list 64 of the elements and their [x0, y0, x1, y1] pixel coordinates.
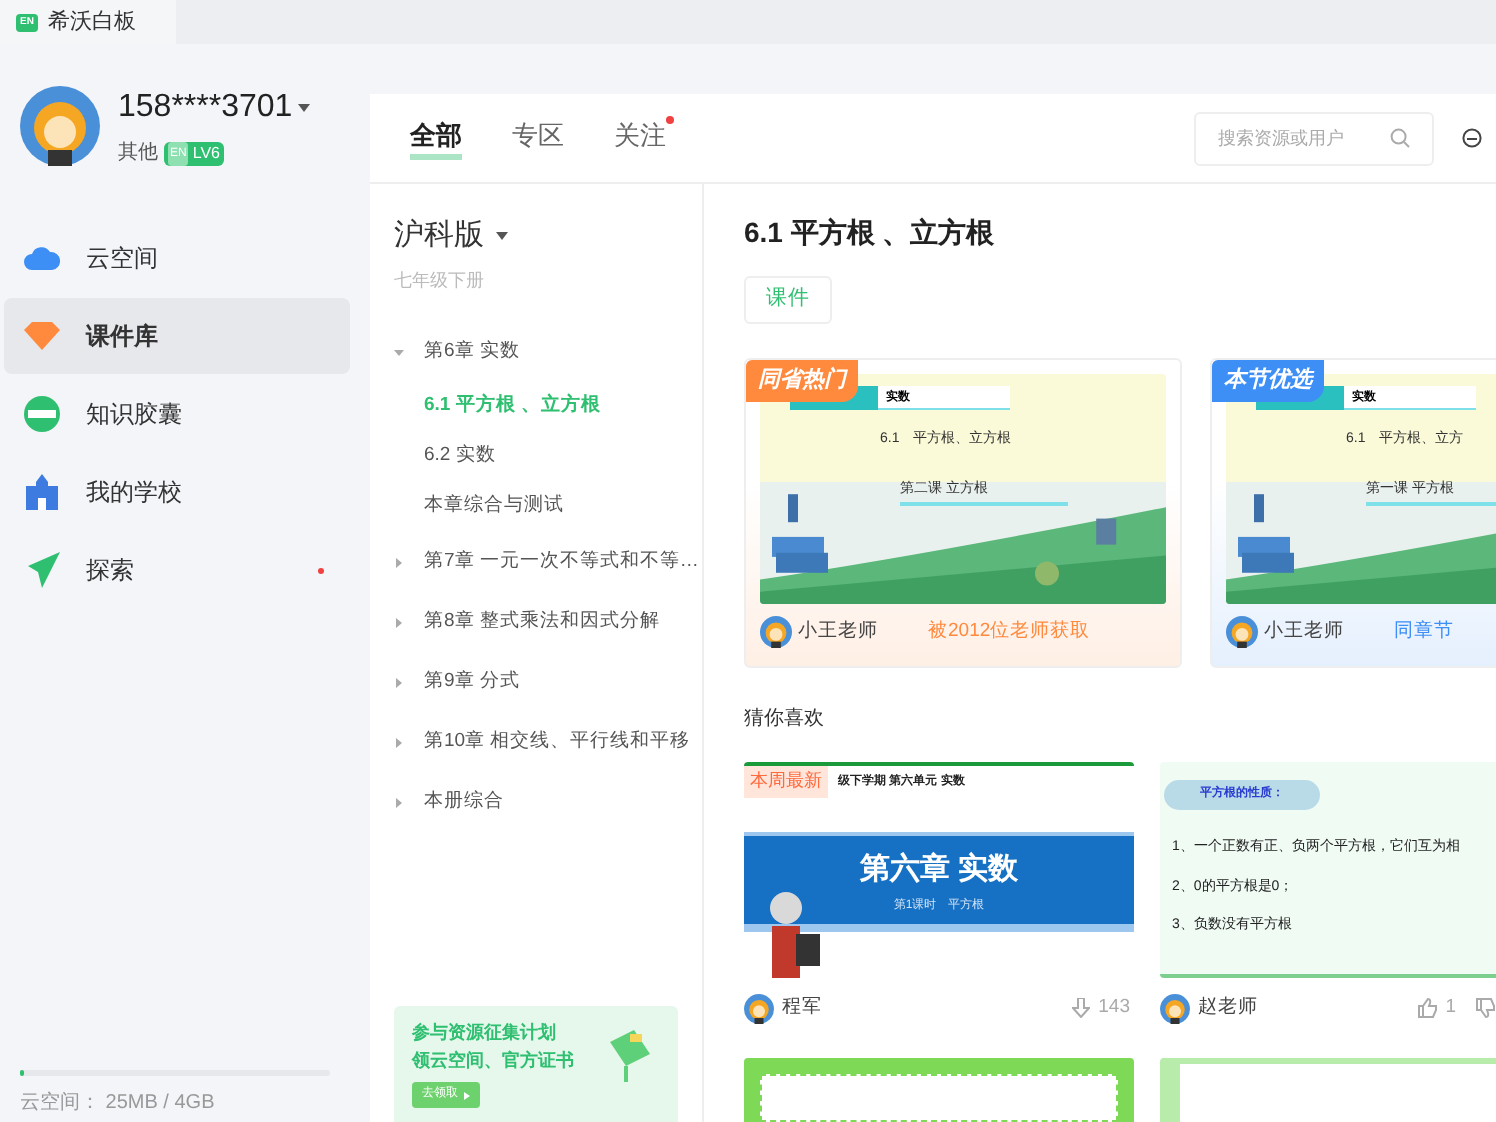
popularity-note: 被2012位老师获取	[928, 617, 1091, 646]
capsule-icon	[24, 396, 60, 432]
chapter-item[interactable]: 第10章 相交线、平行线和平移	[424, 727, 691, 757]
rocket-icon	[24, 552, 60, 588]
chapter-item[interactable]: 第8章 整式乘法和因式分解	[424, 607, 660, 637]
cloud-icon	[24, 244, 60, 272]
author-name: 程军	[782, 993, 822, 1022]
chapter-item[interactable]: 第6章 实数	[424, 337, 520, 367]
certificate-icon	[606, 1030, 650, 1082]
emoji-icon[interactable]	[1462, 128, 1482, 148]
nav-item[interactable]: 探索	[4, 532, 350, 608]
chapter-item[interactable]: 本册综合	[424, 787, 504, 817]
collapsed-arrow-icon[interactable]	[394, 557, 404, 567]
like-count: 1	[1445, 993, 1456, 1022]
author-name: 小王老师	[1264, 617, 1344, 646]
arrow-icon	[464, 1091, 470, 1099]
collapsed-arrow-icon[interactable]	[394, 797, 404, 807]
expanded-arrow-icon[interactable]	[394, 347, 404, 357]
download-count: 143	[1098, 993, 1130, 1022]
section-title: 6.1 平方根 、立方根	[744, 214, 997, 252]
caret-icon[interactable]	[496, 232, 508, 241]
diamond-icon	[24, 322, 60, 350]
recommend-heading: 猜你喜欢	[744, 705, 826, 734]
figure-drawing	[764, 890, 824, 978]
category-badge: 同省热门	[746, 360, 858, 401]
edition-select[interactable]: 沪科版	[394, 214, 484, 259]
author-name: 赵老师	[1198, 993, 1258, 1022]
tab[interactable]: 关注	[614, 115, 666, 161]
collapsed-arrow-icon[interactable]	[394, 737, 404, 747]
author-avatar	[744, 993, 774, 1023]
tab[interactable]: 全部	[410, 115, 462, 161]
nav-item[interactable]: 课件库	[4, 298, 350, 374]
grade-label: 七年级下册	[394, 267, 486, 293]
avatar	[20, 86, 100, 166]
author-avatar	[1160, 993, 1190, 1023]
nav-item[interactable]: 云空间	[4, 220, 350, 296]
thumbs-down-icon	[1476, 998, 1496, 1018]
author-name: 小王老师	[798, 617, 878, 646]
user-role: 其他	[118, 139, 158, 168]
collapsed-arrow-icon[interactable]	[394, 677, 404, 687]
thumbs-up-icon	[1417, 998, 1438, 1018]
new-badge: 本周最新	[744, 766, 828, 797]
author-avatar	[760, 616, 792, 648]
nav-item[interactable]: 知识胶囊	[4, 376, 350, 452]
search-field[interactable]: 搜索资源或用户	[1194, 111, 1434, 165]
chapter-item[interactable]: 第7章 一元一次不等式和不等…	[424, 547, 699, 577]
search-icon	[1390, 127, 1410, 147]
popularity-note: 同章节	[1394, 617, 1454, 646]
promo-subtitle: 领云空间、官方证书	[412, 1050, 574, 1072]
tab[interactable]: 专区	[512, 115, 564, 161]
category-badge: 本节优选	[1212, 360, 1324, 401]
chapter-item[interactable]: 第9章 分式	[424, 667, 520, 697]
user-name[interactable]: 158****3701	[118, 84, 293, 132]
promo-title: 参与资源征集计划	[412, 1022, 558, 1044]
caret-icon[interactable]	[298, 104, 311, 112]
section-item[interactable]: 6.2 实数	[394, 432, 702, 482]
nav-item[interactable]: 我的学校	[4, 454, 350, 530]
slide-title: 第六章 实数	[859, 850, 1019, 890]
collapsed-arrow-icon[interactable]	[394, 617, 404, 627]
author-avatar	[1226, 616, 1258, 648]
section-item[interactable]: 本章综合与测试	[394, 482, 702, 532]
school-icon	[24, 474, 60, 510]
download-icon	[1072, 998, 1091, 1018]
storage-text: 云空间： 25MB / 4GB	[20, 1089, 217, 1118]
